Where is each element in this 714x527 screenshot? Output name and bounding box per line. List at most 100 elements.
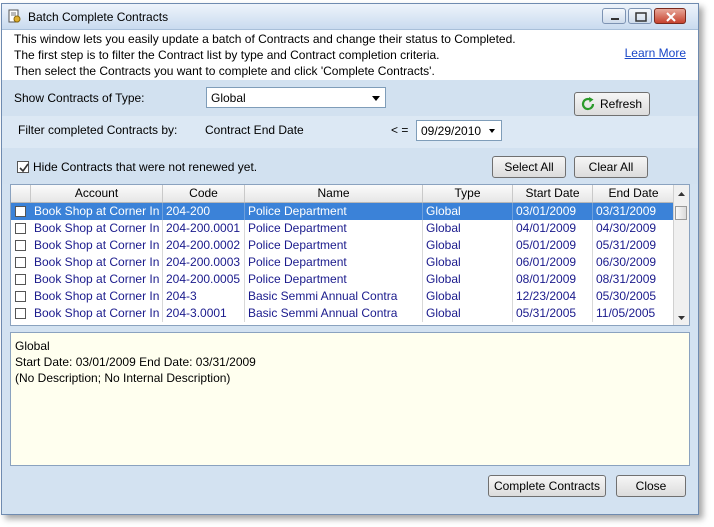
contract-app-icon	[8, 9, 21, 23]
select-all-button[interactable]: Select All	[492, 156, 566, 178]
cell-name: Police Department	[245, 220, 423, 237]
table-row[interactable]: Book Shop at Corner In 204-200.0001 Police…	[11, 220, 675, 237]
close-window-button[interactable]	[654, 8, 686, 24]
cell-type: Global	[423, 271, 513, 288]
cell-start-date: 03/01/2009	[513, 203, 593, 220]
cell-account: Book Shop at Corner In	[31, 288, 163, 305]
intro-panel: This window lets you easily update a bat…	[2, 30, 698, 80]
table-row[interactable]: Book Shop at Corner In 204-3 Basic Semmi A…	[11, 288, 675, 305]
cell-account: Book Shop at Corner In	[31, 220, 163, 237]
cell-account: Book Shop at Corner In	[31, 271, 163, 288]
cell-end-date: 03/31/2009	[593, 203, 675, 220]
clear-all-button[interactable]: Clear All	[574, 156, 648, 178]
cell-type: Global	[423, 305, 513, 322]
complete-contracts-button[interactable]: Complete Contracts	[488, 475, 606, 497]
intro-line-1: This window lets you easily update a bat…	[14, 32, 516, 46]
cell-end-date: 11/05/2005	[593, 305, 675, 322]
scroll-thumb[interactable]	[675, 206, 687, 220]
cell-code: 204-200	[163, 203, 245, 220]
header-code[interactable]: Code	[163, 185, 245, 202]
refresh-label: Refresh	[599, 97, 643, 111]
row-checkbox[interactable]	[15, 223, 26, 234]
contract-description-panel: Global Start Date: 03/01/2009 End Date: …	[10, 332, 690, 466]
maximize-button[interactable]	[628, 8, 652, 24]
refresh-icon	[581, 97, 595, 111]
end-date-value: 09/29/2010	[421, 124, 482, 138]
cell-type: Global	[423, 288, 513, 305]
chevron-down-icon	[489, 129, 495, 133]
cell-end-date: 04/30/2009	[593, 220, 675, 237]
table-row[interactable]: Book Shop at Corner In 204-200.0002 Police…	[11, 237, 675, 254]
cell-start-date: 08/01/2009	[513, 271, 593, 288]
grid-scrollbar[interactable]	[673, 185, 689, 325]
header-account[interactable]: Account	[31, 185, 163, 202]
chevron-down-icon	[372, 96, 380, 101]
cell-name: Police Department	[245, 203, 423, 220]
description-line-1: Global	[15, 339, 50, 353]
batch-complete-window: Batch Complete Contracts This window let…	[1, 3, 699, 515]
cell-name: Police Department	[245, 254, 423, 271]
table-row[interactable]: Book Shop at Corner In 204-200 Police Depa…	[11, 203, 675, 220]
cell-start-date: 12/23/2004	[513, 288, 593, 305]
cell-code: 204-200.0005	[163, 271, 245, 288]
learn-more-link[interactable]: Learn More	[625, 46, 686, 60]
cell-end-date: 05/30/2005	[593, 288, 675, 305]
scroll-down-icon	[678, 316, 685, 320]
cell-end-date: 06/30/2009	[593, 254, 675, 271]
hide-not-renewed-label: Hide Contracts that were not renewed yet…	[33, 160, 258, 174]
intro-line-3: Then select the Contracts you want to co…	[14, 64, 435, 78]
end-date-picker[interactable]: 09/29/2010	[416, 120, 502, 141]
cell-start-date: 06/01/2009	[513, 254, 593, 271]
row-checkbox[interactable]	[15, 257, 26, 268]
checkmark-icon	[19, 163, 29, 173]
cell-account: Book Shop at Corner In	[31, 237, 163, 254]
cell-name: Basic Semmi Annual Contra	[245, 305, 423, 322]
cell-type: Global	[423, 220, 513, 237]
cell-name: Police Department	[245, 271, 423, 288]
row-checkbox[interactable]	[15, 274, 26, 285]
close-button[interactable]: Close	[616, 475, 686, 497]
cell-start-date: 05/31/2005	[513, 305, 593, 322]
row-checkbox[interactable]	[15, 308, 26, 319]
cell-code: 204-200.0001	[163, 220, 245, 237]
table-row[interactable]: Book Shop at Corner In 204-200.0005 Police…	[11, 271, 675, 288]
maximize-icon	[635, 12, 647, 22]
hide-not-renewed-checkbox[interactable]	[17, 161, 29, 173]
title-bar[interactable]: Batch Complete Contracts	[2, 4, 698, 30]
cell-end-date: 08/31/2009	[593, 271, 675, 288]
window-title: Batch Complete Contracts	[28, 10, 169, 24]
operator-label: < =	[391, 123, 409, 137]
minimize-icon	[611, 18, 619, 20]
cell-code: 204-3	[163, 288, 245, 305]
header-check-column	[11, 185, 31, 202]
cell-start-date: 04/01/2009	[513, 220, 593, 237]
row-checkbox[interactable]	[15, 240, 26, 251]
cell-type: Global	[423, 237, 513, 254]
header-name[interactable]: Name	[245, 185, 423, 202]
description-line-3: (No Description; No Internal Description…	[15, 371, 231, 385]
refresh-button[interactable]: Refresh	[574, 92, 650, 116]
header-type[interactable]: Type	[423, 185, 513, 202]
type-label: Show Contracts of Type:	[14, 91, 145, 105]
completed-filter-label: Filter completed Contracts by:	[18, 123, 178, 137]
cell-name: Basic Semmi Annual Contra	[245, 288, 423, 305]
contract-type-select[interactable]: Global	[206, 87, 386, 108]
row-checkbox[interactable]	[15, 291, 26, 302]
description-line-2: Start Date: 03/01/2009 End Date: 03/31/2…	[15, 355, 256, 369]
contracts-grid[interactable]: Account Code Name Type Start Date End Da…	[10, 184, 690, 326]
minimize-button[interactable]	[602, 8, 626, 24]
cell-type: Global	[423, 203, 513, 220]
header-start-date[interactable]: Start Date	[513, 185, 593, 202]
cell-code: 204-3.0001	[163, 305, 245, 322]
table-row[interactable]: Book Shop at Corner In 204-200.0003 Police…	[11, 254, 675, 271]
close-icon	[666, 12, 676, 22]
criteria-label: Contract End Date	[205, 123, 304, 137]
intro-line-2: The first step is to filter the Contract…	[14, 48, 440, 62]
header-end-date[interactable]: End Date	[593, 185, 675, 202]
grid-header: Account Code Name Type Start Date End Da…	[11, 185, 675, 203]
table-row[interactable]: Book Shop at Corner In 204-3.0001 Basic Se…	[11, 305, 675, 322]
cell-code: 204-200.0003	[163, 254, 245, 271]
row-checkbox[interactable]	[15, 206, 26, 217]
cell-end-date: 05/31/2009	[593, 237, 675, 254]
cell-account: Book Shop at Corner In	[31, 203, 163, 220]
